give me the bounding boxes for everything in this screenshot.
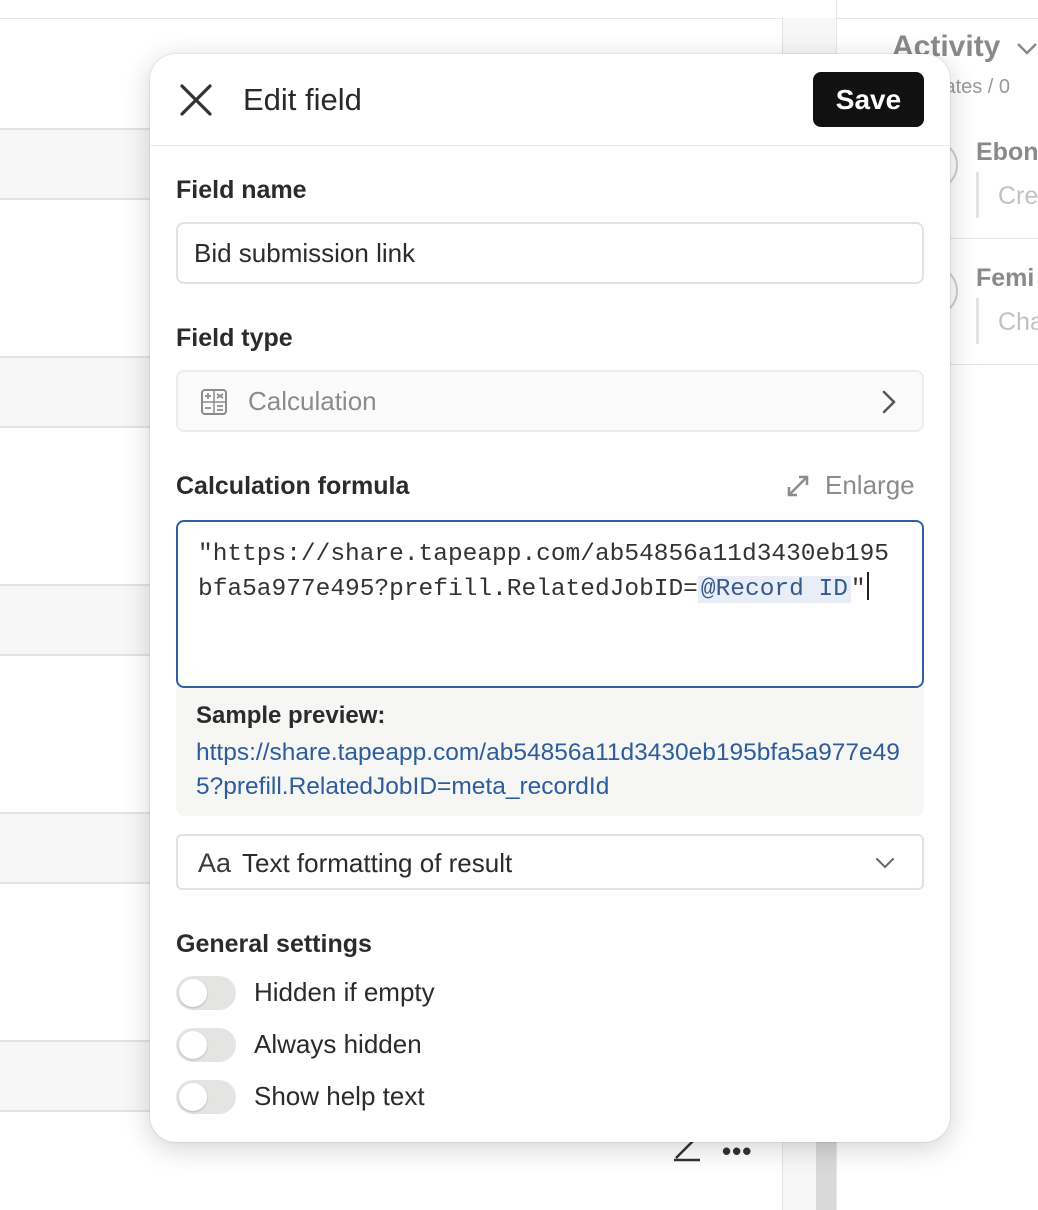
general-settings-label: General settings: [176, 930, 372, 958]
always-hidden-toggle[interactable]: [176, 1028, 236, 1062]
enlarge-label: Enlarge: [825, 470, 915, 500]
activity-entry-name: Ebon: [976, 138, 1038, 166]
background-top-divider: [0, 18, 1038, 19]
setting-always-hidden: Always hidden: [176, 1028, 676, 1064]
text-format-icon: Aa: [198, 848, 232, 878]
expand-icon: [787, 475, 809, 497]
setting-hidden-if-empty: Hidden if empty: [176, 976, 676, 1012]
text-formatting-select[interactable]: Aa Text formatting of result: [176, 834, 924, 890]
activity-entry-name: Femi: [976, 264, 1035, 292]
activity-updates-count: lates / 0: [940, 76, 1011, 98]
toggle-knob: [179, 1031, 207, 1059]
field-type-label: Field type: [176, 324, 293, 352]
activity-entry-text: Cha: [998, 308, 1038, 336]
calculator-icon: [201, 389, 227, 415]
sample-preview: Sample preview: https://share.tapeapp.co…: [176, 688, 924, 816]
text-cursor: [866, 572, 869, 600]
hidden-if-empty-toggle[interactable]: [176, 976, 236, 1010]
field-name-label: Field name: [176, 176, 307, 204]
toggle-knob: [179, 1083, 207, 1111]
field-type-value: Calculation: [248, 386, 377, 416]
chevron-right-icon: [882, 390, 896, 414]
activity-entry-text: Cre: [998, 182, 1038, 210]
always-hidden-label: Always hidden: [254, 1029, 422, 1059]
setting-show-help-text: Show help text: [176, 1080, 676, 1116]
save-button[interactable]: Save: [813, 72, 924, 127]
activity-divider: [950, 364, 1038, 365]
show-help-text-label: Show help text: [254, 1081, 425, 1111]
sample-preview-link[interactable]: https://share.tapeapp.com/ab54856a11d343…: [196, 736, 906, 804]
text-formatting-label: Text formatting of result: [242, 848, 513, 878]
close-icon[interactable]: [176, 80, 216, 120]
field-type-select[interactable]: Calculation: [176, 370, 924, 432]
edit-field-modal: Edit field Save Field name Field type Ca…: [150, 54, 950, 1142]
activity-entry-bar: [976, 298, 979, 344]
modal-title: Edit field: [243, 82, 362, 117]
toggle-knob: [179, 979, 207, 1007]
show-help-text-toggle[interactable]: [176, 1080, 236, 1114]
chevron-down-icon: [876, 858, 894, 869]
activity-divider: [950, 238, 1038, 239]
formula-text-end: ": [850, 576, 866, 603]
record-id-token[interactable]: @Record ID: [697, 576, 851, 603]
calculation-formula-label: Calculation formula: [176, 472, 410, 500]
field-name-input[interactable]: [176, 222, 924, 284]
chevron-down-icon[interactable]: [1016, 42, 1038, 56]
formula-editor[interactable]: "https://share.tapeapp.com/ab54856a11d34…: [176, 520, 924, 688]
sample-preview-label: Sample preview:: [196, 702, 386, 729]
modal-header: Edit field Save: [150, 54, 950, 146]
activity-entry-bar: [976, 172, 979, 218]
hidden-if-empty-label: Hidden if empty: [254, 977, 435, 1007]
